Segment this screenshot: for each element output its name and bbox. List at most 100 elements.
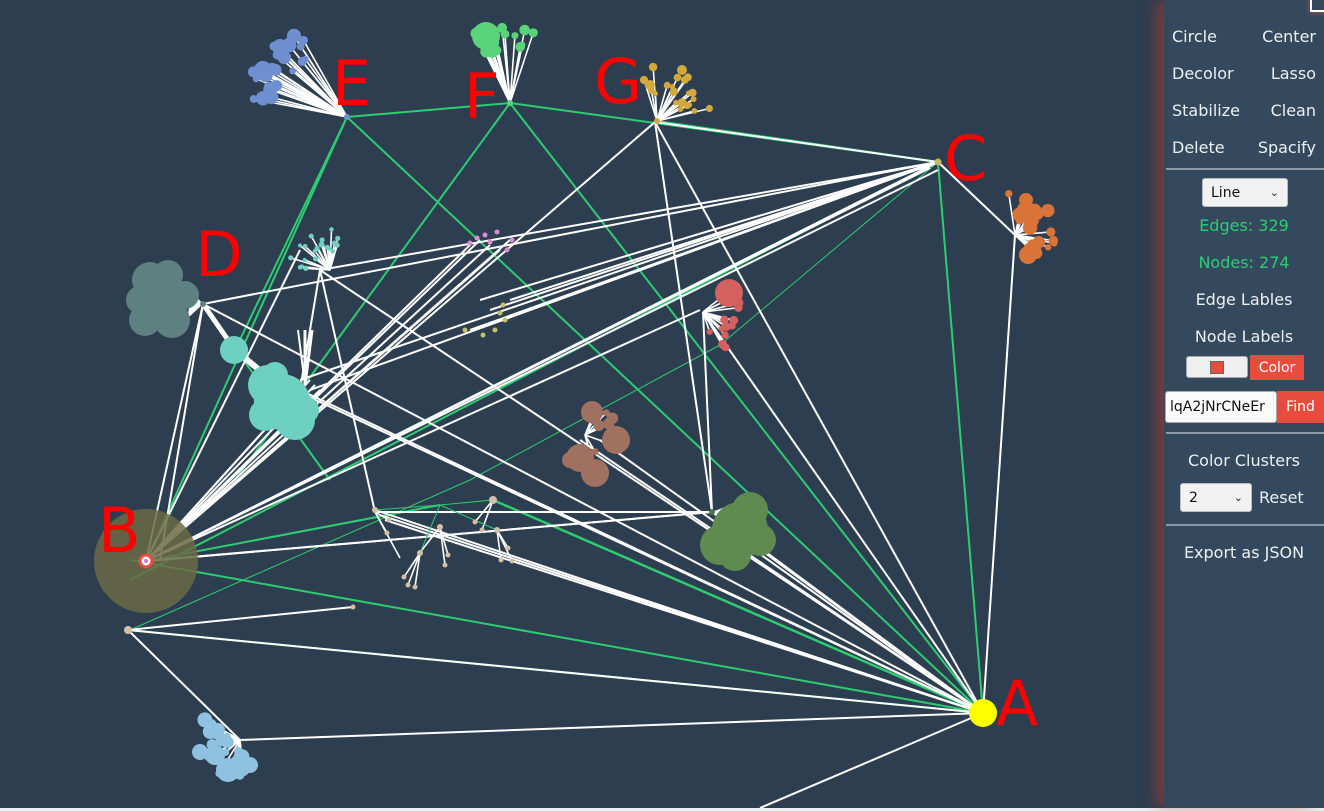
cluster-node: [688, 88, 697, 97]
hub-label-f: F: [464, 60, 500, 133]
cluster-node: [511, 32, 519, 40]
cluster-blob: [242, 757, 258, 773]
color-picker[interactable]: [1186, 356, 1248, 378]
cluster-node: [1041, 203, 1055, 218]
color-clusters-button[interactable]: Color Clusters: [1164, 451, 1324, 470]
graph-node: [1019, 246, 1037, 264]
cluster-node: [302, 243, 308, 249]
cluster-node: [255, 91, 271, 106]
clean-button[interactable]: Clean: [1271, 101, 1316, 120]
hub-node: [709, 509, 715, 515]
circle-button[interactable]: Circle: [1172, 27, 1217, 46]
cluster-node: [669, 83, 676, 90]
lasso-button[interactable]: Lasso: [1271, 64, 1316, 83]
cluster-blob: [291, 396, 319, 424]
spacify-button[interactable]: Spacify: [1258, 138, 1316, 157]
cluster-node: [334, 242, 340, 248]
color-button[interactable]: Color: [1250, 355, 1304, 380]
cluster-node: [324, 244, 330, 250]
graph-edge: [309, 161, 939, 391]
hub-label-b: B: [98, 494, 141, 567]
center-button[interactable]: Center: [1262, 27, 1316, 46]
cluster-node: [318, 241, 325, 248]
cluster-node: [509, 558, 515, 564]
reset-button[interactable]: Reset: [1259, 488, 1304, 507]
cluster-blob: [262, 362, 288, 388]
cluster-blob: [602, 426, 630, 454]
cluster-node: [673, 99, 679, 106]
cluster-node: [384, 530, 390, 536]
button-row: Stabilize Clean: [1164, 92, 1324, 129]
cluster-node: [301, 55, 309, 63]
graph-edge: [304, 394, 984, 714]
cluster-node: [663, 81, 671, 89]
cluster-node: [299, 264, 304, 269]
hub-node-c: [934, 158, 942, 166]
cluster-node: [442, 562, 448, 568]
cluster-node: [494, 229, 500, 235]
cluster-blob: [211, 723, 225, 737]
edge-style-select[interactable]: Line ⌄: [1202, 178, 1288, 207]
cluster-node: [319, 237, 325, 243]
chevron-down-icon: ⌄: [1269, 186, 1279, 199]
cluster-node: [288, 255, 294, 261]
graph-node: [677, 65, 687, 75]
cluster-node: [314, 245, 320, 251]
cluster-node: [721, 321, 731, 331]
find-button[interactable]: Find: [1277, 391, 1324, 423]
cluster-node: [489, 496, 497, 504]
cluster-node: [497, 310, 503, 316]
find-node-input[interactable]: lqA2jNrCNeEr: [1165, 391, 1277, 423]
edges-count: Edges: 329: [1199, 216, 1289, 235]
cluster-node: [509, 237, 515, 243]
cluster-blob: [719, 539, 751, 571]
cluster-blob: [249, 399, 281, 431]
delete-button[interactable]: Delete: [1172, 138, 1225, 157]
cluster-node: [197, 712, 213, 728]
node-labels-toggle[interactable]: Node Labels: [1164, 327, 1324, 346]
cluster-node: [303, 265, 309, 271]
cluster-node: [445, 552, 451, 558]
hub-node-b-core: [144, 559, 148, 563]
highlight-edge: [719, 161, 939, 346]
cluster-count-select[interactable]: 2 ⌄: [1180, 483, 1252, 512]
cluster-node: [330, 249, 335, 254]
color-swatch: [1210, 361, 1224, 374]
cluster-node: [412, 584, 418, 590]
divider: [1166, 168, 1324, 170]
graph-canvas[interactable]: A B C D E F G: [0, 0, 1164, 808]
hub-label-a: A: [996, 667, 1038, 740]
cluster-node: [405, 582, 411, 588]
export-json-button[interactable]: Export as JSON: [1164, 543, 1324, 562]
stabilize-button[interactable]: Stabilize: [1172, 101, 1240, 120]
nodes-count: Nodes: 274: [1198, 253, 1290, 272]
cluster-node: [492, 327, 498, 333]
sidebar-corner-handle[interactable]: [1310, 0, 1324, 12]
button-row: Circle Center: [1164, 18, 1324, 55]
graph-node: [645, 80, 655, 90]
divider: [1166, 432, 1324, 434]
graph-edge: [439, 499, 494, 506]
cluster-node: [296, 42, 305, 51]
hub-label-c: C: [944, 122, 987, 195]
cluster-node: [652, 90, 658, 97]
graph-edge: [654, 121, 984, 714]
cluster-node: [401, 574, 407, 580]
graph-edge: [319, 269, 376, 513]
find-input-value: lqA2jNrCNeEr: [1170, 399, 1265, 415]
cluster-node: [721, 331, 729, 339]
cluster-node: [222, 732, 231, 741]
cluster-node: [1029, 216, 1039, 226]
cluster-node: [677, 106, 684, 112]
cluster-node: [705, 104, 713, 113]
edge-labels-toggle[interactable]: Edge Lables: [1164, 290, 1324, 309]
cluster-node: [482, 232, 488, 238]
hub-label-g: G: [594, 45, 642, 118]
cluster-node: [721, 343, 730, 352]
decolor-button[interactable]: Decolor: [1172, 64, 1234, 83]
cluster-node: [494, 527, 500, 533]
graph-node: [272, 39, 288, 55]
cluster-node: [335, 235, 341, 242]
cluster-node: [313, 256, 319, 262]
graph-svg[interactable]: A B C D E F G: [0, 0, 1164, 808]
